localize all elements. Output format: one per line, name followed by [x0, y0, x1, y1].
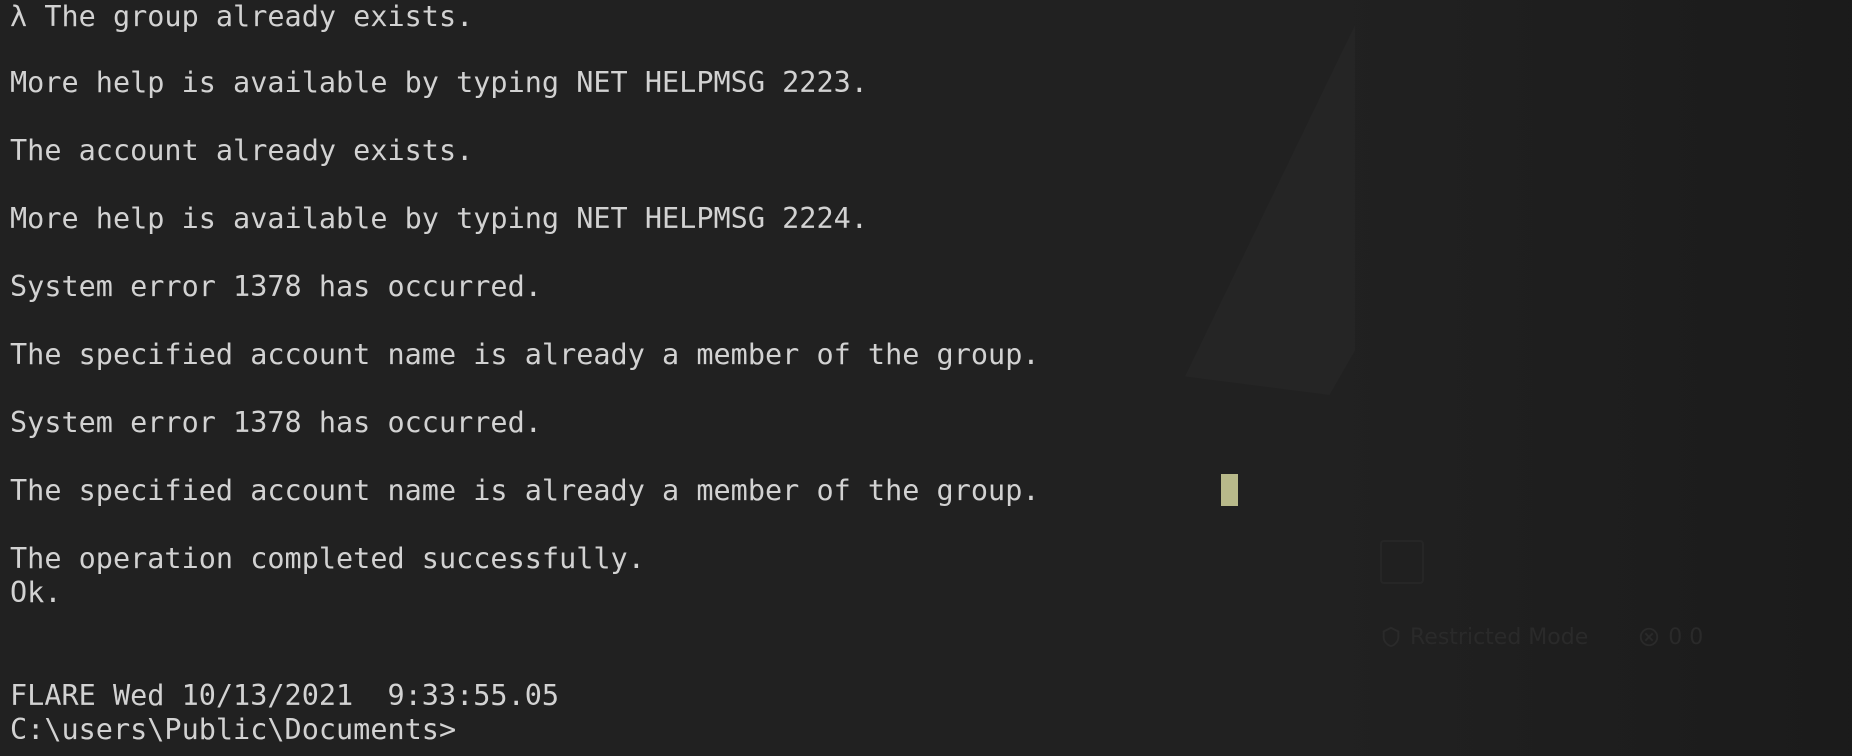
- output-line: More help is available by typing NET HEL…: [10, 202, 868, 235]
- text-cursor: [1221, 474, 1238, 506]
- command-prompt[interactable]: C:\users\Public\Documents>: [10, 713, 456, 747]
- output-line: System error 1378 has occurred.: [10, 406, 542, 439]
- output-line: System error 1378 has occurred.: [10, 270, 542, 303]
- output-line: Ok.: [10, 576, 62, 609]
- terminal-window[interactable]: Restricted Mode 0 0 λ The group already …: [0, 0, 1852, 756]
- prompt-status-line: FLARE Wed 10/13/2021 9:33:55.05: [10, 679, 560, 712]
- output-line: The specified account name is already a …: [10, 474, 1040, 507]
- output-line: The specified account name is already a …: [10, 338, 1040, 371]
- problems-indicator: 0 0: [1638, 625, 1703, 650]
- terminal-output: λ The group already exists. More help is…: [10, 0, 1852, 746]
- shield-icon: [1382, 626, 1400, 648]
- faded-status-bar: Restricted Mode 0 0: [1380, 620, 1703, 654]
- ghost-icon: [1380, 540, 1424, 584]
- error-icon: [1640, 627, 1659, 647]
- output-line: More help is available by typing NET HEL…: [10, 66, 868, 99]
- output-line: The account already exists.: [10, 134, 474, 167]
- restricted-mode-label: Restricted Mode: [1410, 624, 1589, 650]
- problems-count: 0 0: [1668, 624, 1704, 650]
- output-line: The operation completed successfully.: [10, 542, 645, 575]
- output-line: λ The group already exists.: [10, 0, 474, 33]
- restricted-mode-indicator: Restricted Mode: [1380, 625, 1588, 650]
